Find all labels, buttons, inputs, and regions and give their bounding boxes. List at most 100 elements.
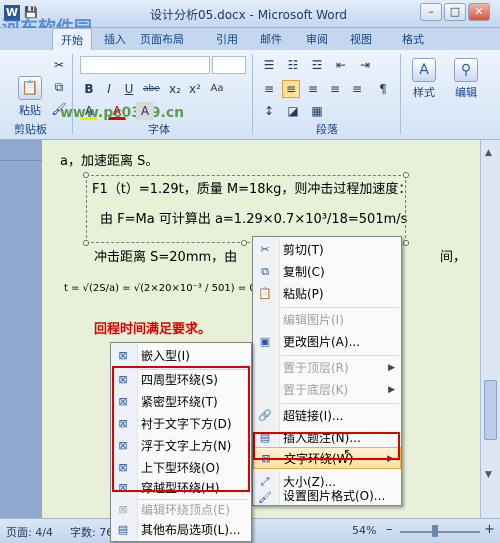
highlight-button[interactable]: A <box>80 102 98 120</box>
styles-button[interactable]: A 样式 <box>406 56 442 100</box>
font-name-box[interactable] <box>80 56 210 74</box>
vertical-scrollbar[interactable]: ▲ ▼ <box>480 140 500 518</box>
minimize-button[interactable]: – <box>420 3 442 21</box>
resize-handle[interactable] <box>403 240 409 246</box>
format-picture-icon: 🖌 <box>258 491 272 504</box>
close-button[interactable]: ✕ <box>468 3 490 21</box>
superscript-button[interactable]: x² <box>186 80 204 98</box>
layout-options-icon: ▤ <box>117 523 129 536</box>
editing-button[interactable]: ⚲ 编辑 <box>448 56 484 100</box>
tab-references[interactable]: 引用 <box>216 31 238 47</box>
menu-label: 置于底层(K) <box>283 383 349 397</box>
wrap-inline[interactable]: ⊠ 嵌入型(I) <box>111 345 251 367</box>
menu-item-change-picture[interactable]: ▣ 更改图片(A)... <box>253 331 401 353</box>
zoom-slider[interactable] <box>400 531 480 533</box>
menu-label: 超链接(I)... <box>283 409 344 423</box>
tab-home[interactable]: 开始 <box>52 28 92 50</box>
numbering-icon[interactable]: ☷ <box>284 56 302 74</box>
change-case-button[interactable]: Aa <box>208 80 226 98</box>
tab-insert[interactable]: 插入 <box>104 31 126 47</box>
menu-label: 嵌入型(I) <box>141 349 190 363</box>
scroll-down-icon[interactable]: ▼ <box>485 470 492 480</box>
align-right-button[interactable]: ≡ <box>304 80 322 98</box>
font-color-button[interactable]: A <box>108 102 126 120</box>
zoom-level[interactable]: 54% <box>352 524 376 537</box>
doc-line: a，加速距离 S。 <box>60 154 159 169</box>
menu-label: 置于顶层(R) <box>283 361 349 375</box>
tab-format[interactable]: 格式 <box>402 31 424 47</box>
bullets-icon[interactable]: ☰ <box>260 56 278 74</box>
copy-icon: ⧉ <box>261 265 269 278</box>
menu-item-format-picture[interactable]: 🖌 设置图片格式(O)... <box>253 487 401 505</box>
menu-label: 设置图片格式(O)... <box>283 489 386 503</box>
doc-line-end: 间， <box>440 250 467 265</box>
styles-label: 样式 <box>413 86 435 99</box>
strikethrough-button[interactable]: abe <box>142 80 160 98</box>
bold-button[interactable]: B <box>80 80 98 98</box>
menu-item-copy[interactable]: ⧉ 复制(C) <box>253 261 401 283</box>
border-icon[interactable]: ▦ <box>308 102 326 120</box>
align-center-button[interactable]: ≡ <box>282 80 300 98</box>
line-spacing-icon[interactable]: ↕ <box>260 102 278 120</box>
subscript-button[interactable]: x₂ <box>166 80 184 98</box>
maximize-button[interactable]: □ <box>444 3 466 21</box>
justify-button[interactable]: ≡ <box>326 80 344 98</box>
wrap-edit-points: ⊠ 编辑环绕顶点(E) <box>111 499 251 521</box>
copy-icon[interactable]: ⧉ <box>50 78 68 96</box>
zoom-out-button[interactable]: – <box>386 522 393 537</box>
menu-label: 剪切(T) <box>283 243 324 257</box>
resize-handle[interactable] <box>403 172 409 178</box>
shading-icon[interactable]: ◪ <box>284 102 302 120</box>
tab-review[interactable]: 审阅 <box>306 31 328 47</box>
group-divider <box>72 54 73 134</box>
mouse-cursor-icon: ↖ <box>343 446 355 462</box>
menu-label: 其他布局选项(L)... <box>141 523 241 537</box>
cut-icon[interactable]: ✂ <box>50 56 68 74</box>
resize-handle[interactable] <box>83 240 89 246</box>
menu-label: 编辑环绕顶点(E) <box>141 503 230 517</box>
underline-button[interactable]: U <box>120 80 138 98</box>
context-menu: ✂ 剪切(T) ⧉ 复制(C) 📋 粘贴(P) 编辑图片(I) ▣ 更改图片(A)...… <box>252 236 402 506</box>
clipboard-group-label: 剪贴板 <box>14 123 47 136</box>
paste-button[interactable]: 📋 粘贴 <box>12 74 48 118</box>
highlight-box-text-wrapping <box>253 432 400 460</box>
char-shading-button[interactable]: A <box>136 102 154 120</box>
menu-item-cut[interactable]: ✂ 剪切(T) <box>253 239 401 261</box>
distribute-button[interactable]: ≡ <box>348 80 366 98</box>
menu-separator <box>281 403 399 404</box>
scroll-up-icon[interactable]: ▲ <box>485 148 492 158</box>
warning-text: 回程时间满足要求。 <box>94 322 212 337</box>
scroll-thumb[interactable] <box>484 380 497 440</box>
word-count[interactable]: 字数: 76 <box>70 524 113 540</box>
menu-item-send-to-back: 置于底层(K) ▶ <box>253 379 401 401</box>
wrap-more-layout-options[interactable]: ▤ 其他布局选项(L)... <box>111 519 251 541</box>
increase-indent-icon[interactable]: ⇥ <box>356 56 374 74</box>
change-picture-icon: ▣ <box>259 335 271 348</box>
highlight-box-wrap-options <box>112 366 250 492</box>
align-left-button[interactable]: ≡ <box>260 80 278 98</box>
zoom-in-button[interactable]: + <box>484 522 495 537</box>
doc-line: 冲击距离 S=20mm，由 <box>94 250 238 265</box>
paste-label: 粘贴 <box>19 104 41 117</box>
show-marks-button[interactable]: ¶ <box>374 80 392 98</box>
multilevel-icon[interactable]: ☲ <box>308 56 326 74</box>
paste-icon: 📋 <box>258 287 272 300</box>
tab-mailings[interactable]: 邮件 <box>260 31 282 47</box>
vertical-ruler <box>0 160 42 161</box>
zoom-slider-thumb[interactable] <box>432 525 438 537</box>
selected-image-frame[interactable] <box>83 172 409 246</box>
menu-item-paste[interactable]: 📋 粘贴(P) <box>253 283 401 305</box>
tab-view[interactable]: 视图 <box>350 31 372 47</box>
page-counter[interactable]: 页面: 4/4 <box>6 524 53 540</box>
menu-item-hyperlink[interactable]: 🔗 超链接(I)... <box>253 405 401 427</box>
italic-button[interactable]: I <box>100 80 118 98</box>
group-divider <box>252 54 253 134</box>
resize-handle[interactable] <box>241 240 247 246</box>
resize-handle[interactable] <box>83 172 89 178</box>
font-size-box[interactable] <box>212 56 246 74</box>
decrease-indent-icon[interactable]: ⇤ <box>332 56 350 74</box>
menu-label: 粘贴(P) <box>283 287 324 301</box>
tab-page-layout[interactable]: 页面布局 <box>140 31 184 47</box>
paragraph-group-label: 段落 <box>316 123 338 136</box>
hyperlink-icon: 🔗 <box>258 409 272 422</box>
